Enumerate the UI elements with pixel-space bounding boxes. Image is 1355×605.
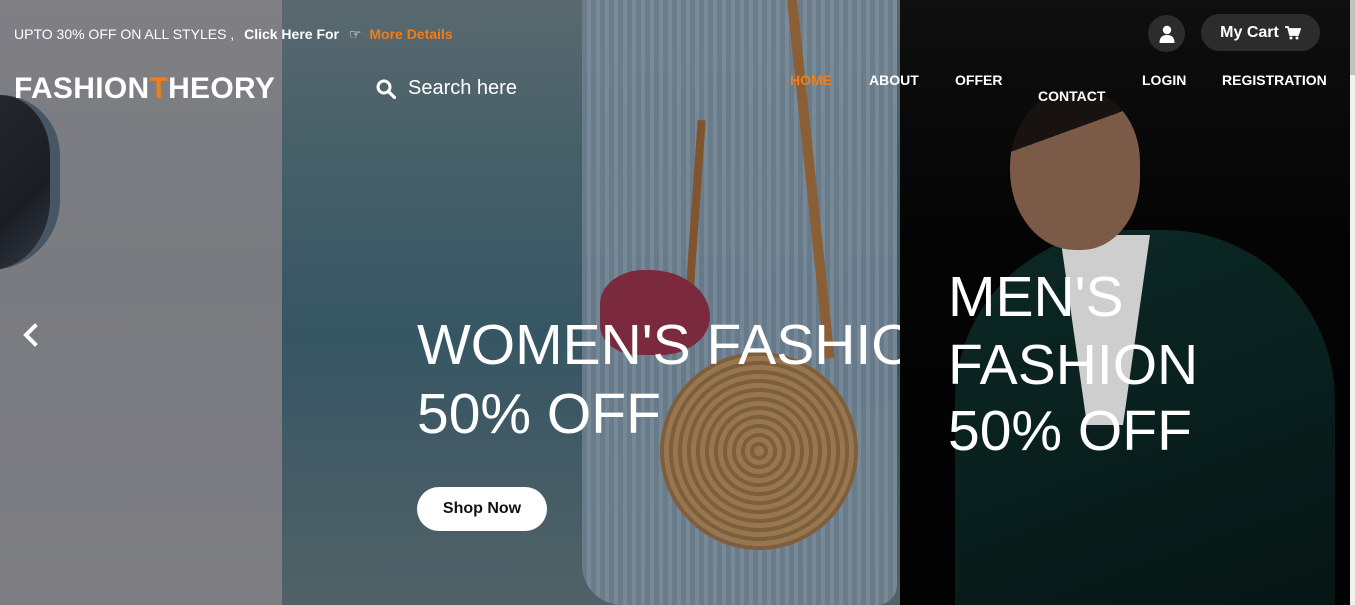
women-headline-line1: WOMEN'S FASHION <box>417 313 900 377</box>
cart-label: My Cart <box>1220 23 1279 41</box>
logo-text-1: FASHION <box>14 72 150 105</box>
nav-login[interactable]: LOGIN <box>1142 72 1186 88</box>
user-icon <box>1159 25 1174 43</box>
site-logo[interactable]: FASHIONTHEORY <box>14 72 275 106</box>
page-scrollbar[interactable] <box>1350 0 1355 605</box>
scrollbar-thumb[interactable] <box>1350 0 1355 75</box>
logo-text-2: HEORY <box>168 72 276 105</box>
nav-contact[interactable]: CONTACT <box>1038 88 1105 104</box>
shop-now-button[interactable]: Shop Now <box>417 487 547 531</box>
men-headline-line3: 50% OFF <box>948 399 1192 463</box>
chevron-left-icon[interactable] <box>20 322 42 348</box>
nav-offer[interactable]: OFFER <box>955 72 1002 88</box>
nav-registration[interactable]: REGISTRATION <box>1222 72 1327 88</box>
user-account-button[interactable] <box>1148 15 1185 52</box>
men-headline-line1: MEN'S <box>948 265 1124 329</box>
my-cart-button[interactable]: My Cart <box>1201 14 1320 51</box>
women-slide: WOMEN'S FASHION 50% OFF <box>282 0 900 605</box>
cart-icon <box>1284 25 1301 39</box>
promo-text: UPTO 30% OFF ON ALL STYLES , <box>14 26 235 42</box>
logo-accent-letter: T <box>149 72 169 105</box>
men-headline-line2: FASHION <box>948 333 1199 397</box>
women-headline-line2: 50% OFF <box>417 382 661 446</box>
